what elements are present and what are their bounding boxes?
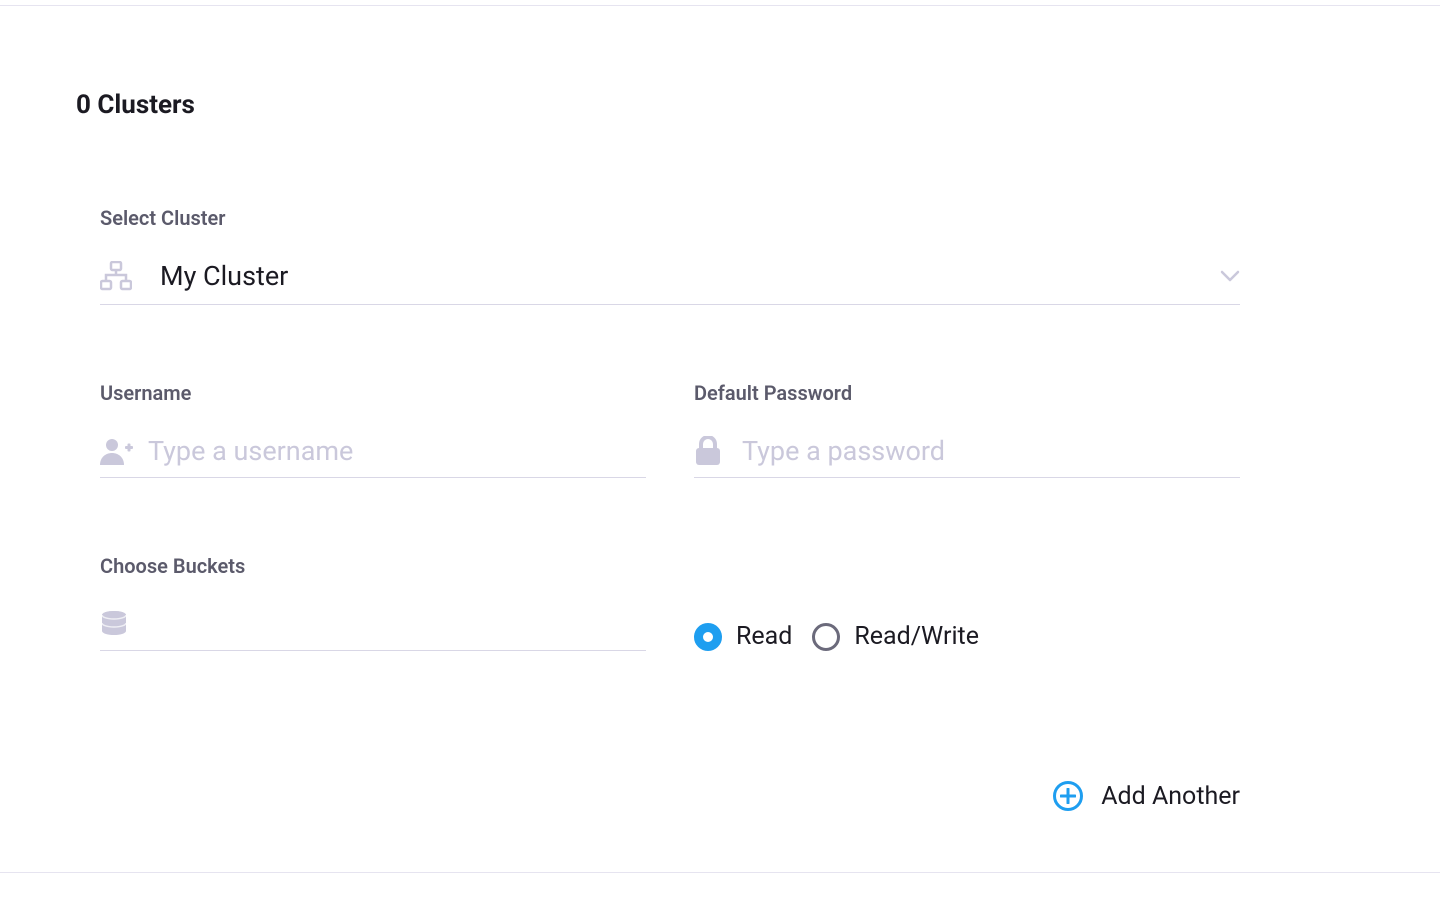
password-label: Default Password [694, 381, 1240, 405]
select-cluster-value: My Cluster [160, 260, 1220, 292]
user-add-icon [100, 437, 148, 465]
select-cluster-label: Select Cluster [100, 206, 1240, 230]
plus-circle-icon [1053, 781, 1083, 811]
lock-icon [694, 436, 742, 466]
buckets-input[interactable] [148, 608, 646, 640]
access-readwrite-label: Read/Write [854, 622, 979, 651]
username-label: Username [100, 381, 646, 405]
access-radio-group: Read Read/Write [694, 622, 979, 651]
select-cluster-dropdown[interactable]: My Cluster [100, 260, 1240, 305]
password-input[interactable] [742, 435, 1240, 467]
add-another-label: Add Another [1101, 782, 1240, 811]
add-another-button[interactable]: Add Another [100, 781, 1240, 811]
bottom-divider [0, 872, 1440, 873]
radio-selected-icon [694, 623, 722, 651]
username-input[interactable] [148, 435, 646, 467]
page-title: 0 Clusters [76, 90, 1240, 120]
access-read-label: Read [736, 622, 792, 651]
access-radio-readwrite[interactable]: Read/Write [812, 622, 979, 651]
choose-buckets-label: Choose Buckets [100, 554, 646, 578]
cluster-icon [100, 261, 160, 291]
access-radio-read[interactable]: Read [694, 622, 792, 651]
radio-unselected-icon [812, 623, 840, 651]
chevron-down-icon [1220, 267, 1240, 286]
database-icon [100, 610, 148, 638]
